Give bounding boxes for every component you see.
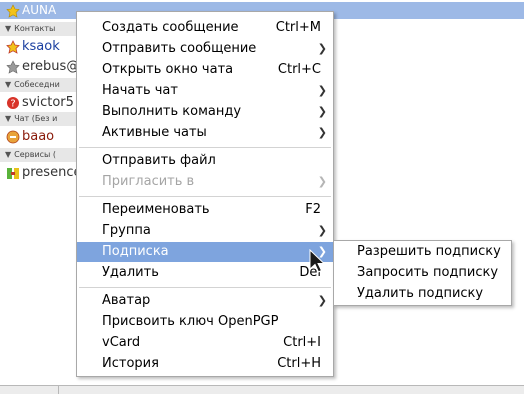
menu-item-vcard[interactable]: vCard Ctrl+I [77,333,333,353]
contact-name: ksaok [22,39,60,54]
shortcut-label: F2 [305,202,321,217]
contact-status-icon [6,3,20,18]
chevron-down-icon: ▼ [5,114,12,123]
shortcut-label: Ctrl+C [277,62,321,77]
roster-group-contacts[interactable]: ▼ Контакты [0,22,80,36]
chevron-down-icon: ▼ [5,150,12,159]
chevron-right-icon: ❯ [317,105,327,118]
shortcut-label: Ctrl+H [277,356,321,371]
menu-item-active-chats[interactable]: Активные чаты ❯ [77,123,333,143]
roster-contact[interactable]: ksaok [0,37,60,55]
roster-group-interlocutors[interactable]: ▼ Собеседни [0,78,80,92]
away-status-icon [6,130,20,144]
shortcut-label: Ctrl+I [283,335,321,350]
chevron-right-icon: ❯ [317,294,327,307]
service-icon [6,166,20,180]
svg-text:?: ? [10,98,15,109]
menu-item-invite-to[interactable]: Пригласить в ❯ [77,172,333,192]
menu-item-history[interactable]: История Ctrl+H [77,354,333,374]
roster-contact[interactable]: baao [0,127,54,145]
menu-item-avatar[interactable]: Аватар ❯ [77,291,333,311]
roster-group-services[interactable]: ▼ Сервисы ( [0,148,80,162]
mouse-cursor-icon [308,248,326,275]
roster-contact[interactable]: ? svictor5 [0,93,74,111]
chevron-down-icon: ▼ [5,80,12,89]
star-status-icon [6,39,20,54]
menu-item-send-file[interactable]: Отправить файл [77,151,333,171]
menu-item-delete[interactable]: Удалить Del [77,263,333,283]
shortcut-label: Ctrl+M [275,20,321,35]
chevron-right-icon: ❯ [317,175,327,188]
subscription-submenu: Разрешить подписку Запросить подписку Уд… [333,240,512,306]
menu-item-execute-command[interactable]: Выполнить команду ❯ [77,102,333,122]
menu-item-subscription[interactable]: Подписка ❯ [77,242,333,262]
chevron-down-icon: ▼ [5,24,12,33]
menu-separator [79,196,331,197]
menu-item-start-chat[interactable]: Начать чат ❯ [77,81,333,101]
question-status-icon: ? [6,96,20,110]
contact-name: svictor5 [22,95,74,110]
menu-item-send-message[interactable]: Отправить сообщение ❯ [77,39,333,59]
context-menu: Создать сообщение Ctrl+M Отправить сообщ… [76,11,334,377]
menu-separator [79,287,331,288]
menu-separator [79,147,331,148]
contact-name: AUNA [22,3,57,17]
menu-item-create-message[interactable]: Создать сообщение Ctrl+M [77,18,333,38]
menu-item-open-chat-window[interactable]: Открыть окно чата Ctrl+C [77,60,333,80]
submenu-item-allow-subscription[interactable]: Разрешить подписку [334,242,511,262]
chevron-right-icon: ❯ [317,84,327,97]
submenu-item-remove-subscription[interactable]: Удалить подписку [334,284,511,304]
menu-item-rename[interactable]: Переименовать F2 [77,200,333,220]
roster-contact[interactable]: erebus@ [0,57,79,75]
roster-contact[interactable]: presence [0,163,81,181]
roster-group-chat[interactable]: ▼ Чат (Без и [0,112,80,126]
contact-name: presence [22,165,82,180]
contact-name: baao [22,129,55,144]
menu-item-group[interactable]: Группа ❯ [77,221,333,241]
menu-item-assign-openpgp-key[interactable]: Присвоить ключ OpenPGP [77,312,333,332]
offline-star-icon [6,59,20,74]
chevron-right-icon: ❯ [317,224,327,237]
submenu-item-request-subscription[interactable]: Запросить подписку [334,263,511,283]
chevron-right-icon: ❯ [317,126,327,139]
contact-name: erebus@ [22,59,80,74]
chevron-right-icon: ❯ [317,42,327,55]
